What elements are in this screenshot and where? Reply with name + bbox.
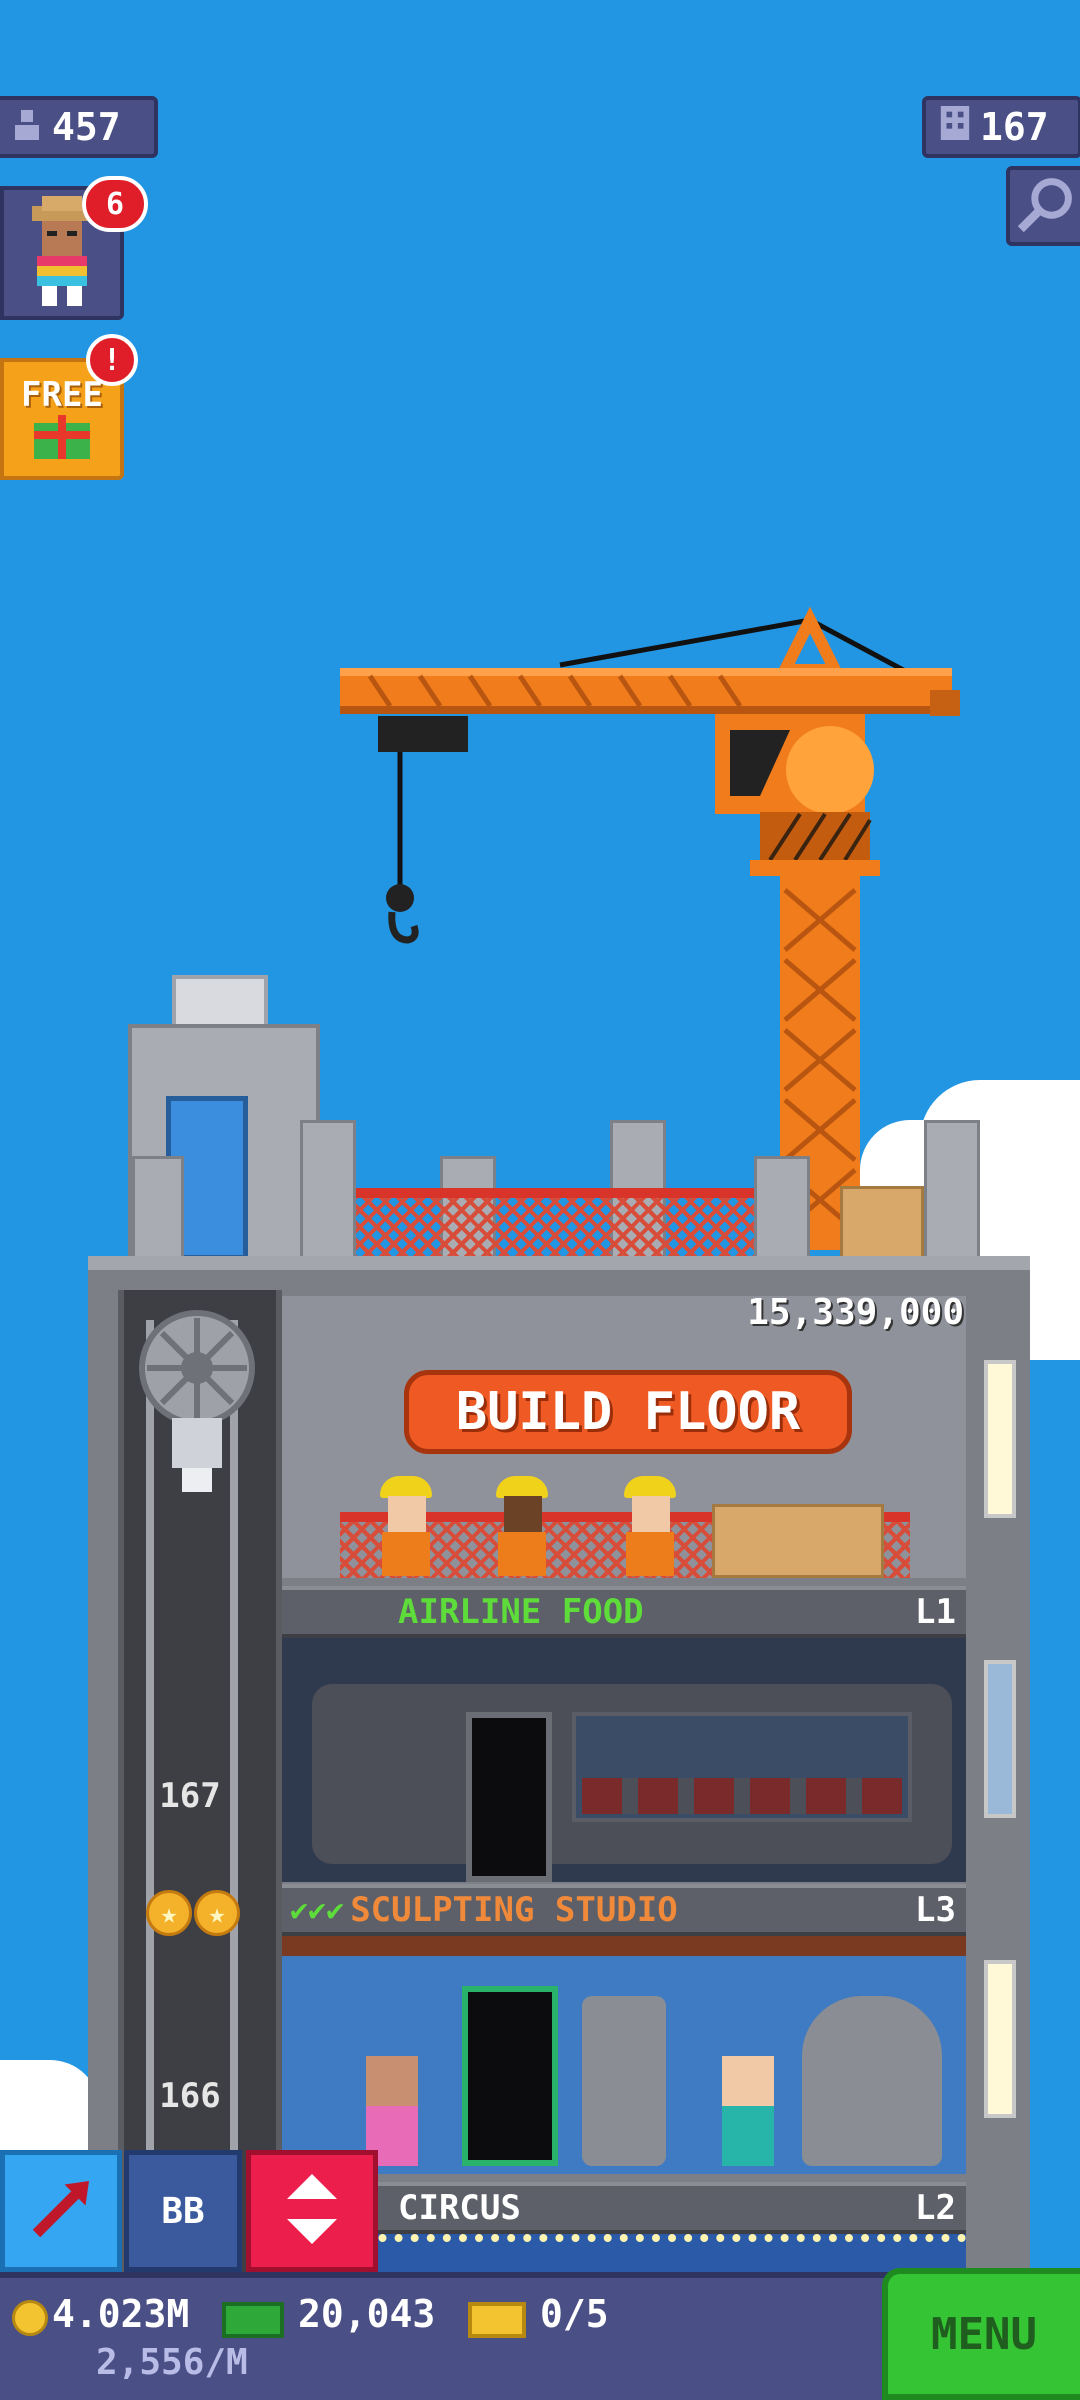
roof-vent bbox=[172, 975, 268, 1029]
cabin-door bbox=[466, 1712, 552, 1882]
elevator-arrows-icon bbox=[287, 2174, 337, 2248]
build-floor-button[interactable]: BUILD FLOOR bbox=[404, 1370, 852, 1454]
floor-count-value: 167 bbox=[980, 105, 1049, 149]
star-icon: ★ bbox=[194, 1890, 240, 1936]
statue bbox=[582, 1996, 666, 2166]
magnifier-icon bbox=[1017, 176, 1074, 236]
bitizen bbox=[722, 2056, 774, 2166]
free-gift-badge: ! bbox=[86, 334, 138, 386]
roof-pillar bbox=[924, 1120, 980, 1260]
floor-counter[interactable]: 167 bbox=[922, 96, 1080, 158]
floor-level: L1 bbox=[915, 1592, 956, 1632]
statue bbox=[802, 1996, 942, 2166]
build-cost: 15,339,000 bbox=[747, 1292, 964, 1333]
floor-label-airline-food[interactable]: AIRLINE FOOD L1 bbox=[282, 1586, 966, 1638]
bux-value: 20,043 bbox=[298, 2292, 436, 2336]
floor-name: CIRCUS bbox=[398, 2188, 521, 2228]
ticket-icon bbox=[468, 2302, 526, 2338]
star-icon: ★ bbox=[146, 1890, 192, 1936]
roof-pillar bbox=[754, 1156, 810, 1260]
coin-rate: 2,556/M bbox=[96, 2342, 248, 2383]
build-floor-label: BUILD FLOOR bbox=[455, 1382, 801, 1442]
person-icon bbox=[12, 105, 42, 149]
free-gift-badge-text: ! bbox=[102, 342, 122, 378]
floor-room-circus[interactable] bbox=[282, 2234, 966, 2274]
construction-worker bbox=[620, 1476, 680, 1576]
notification-badge: 6 bbox=[82, 176, 148, 232]
cloud-left bbox=[0, 2060, 100, 2160]
checkmark-icons: ✔✔✔ bbox=[290, 1892, 345, 1928]
tickets-value: 0/5 bbox=[540, 2292, 609, 2336]
building-icon bbox=[940, 105, 970, 149]
roof-crates bbox=[840, 1186, 924, 1260]
cabin-seats bbox=[582, 1778, 902, 1814]
elevator-button[interactable] bbox=[246, 2150, 378, 2272]
search-button[interactable] bbox=[1006, 166, 1080, 246]
bux-icon bbox=[222, 2302, 284, 2338]
studio-doorway bbox=[462, 1986, 558, 2166]
floor-name: AIRLINE FOOD bbox=[398, 1592, 644, 1632]
notification-count: 6 bbox=[105, 186, 125, 222]
gift-icon bbox=[34, 415, 90, 463]
floor-level: L3 bbox=[915, 1890, 956, 1930]
arrow-icon bbox=[26, 2174, 96, 2248]
side-window bbox=[984, 1960, 1016, 2118]
elevator-pulley bbox=[139, 1310, 255, 1492]
free-label: FREE bbox=[21, 375, 103, 415]
floor-room-airline-food[interactable] bbox=[282, 1638, 966, 1882]
menu-label: MENU bbox=[931, 2308, 1037, 2360]
coin-icon bbox=[12, 2300, 48, 2336]
construction-worker bbox=[376, 1476, 436, 1576]
elevator-floor-number: 166 bbox=[159, 2076, 221, 2116]
roof-fence bbox=[356, 1188, 754, 1260]
floor-label-circus[interactable]: CIRCUS L2 bbox=[282, 2182, 966, 2234]
floor-room-sculpting-studio[interactable] bbox=[282, 1936, 966, 2174]
bb-label: BB bbox=[161, 2190, 205, 2232]
floor-level: L2 bbox=[915, 2188, 956, 2228]
floor-label-sculpting-studio[interactable]: ✔✔✔ SCULPTING STUDIO L3 bbox=[282, 1884, 966, 1936]
construction-worker bbox=[492, 1476, 552, 1576]
roof-pillar bbox=[300, 1120, 356, 1260]
elevator-floor-number: 167 bbox=[159, 1776, 221, 1816]
construction-crates bbox=[712, 1504, 884, 1578]
population-counter[interactable]: 457 bbox=[0, 96, 158, 158]
side-window bbox=[984, 1660, 1016, 1818]
arrow-tool-button[interactable] bbox=[0, 2150, 122, 2272]
population-value: 457 bbox=[52, 105, 121, 149]
menu-button[interactable]: MENU bbox=[882, 2268, 1080, 2400]
bb-button[interactable]: BB bbox=[124, 2150, 242, 2272]
floor-name: SCULPTING STUDIO bbox=[350, 1890, 678, 1930]
coins-value: 4.023M bbox=[52, 2292, 190, 2336]
roof-pillar bbox=[132, 1156, 184, 1260]
side-window bbox=[984, 1360, 1016, 1518]
